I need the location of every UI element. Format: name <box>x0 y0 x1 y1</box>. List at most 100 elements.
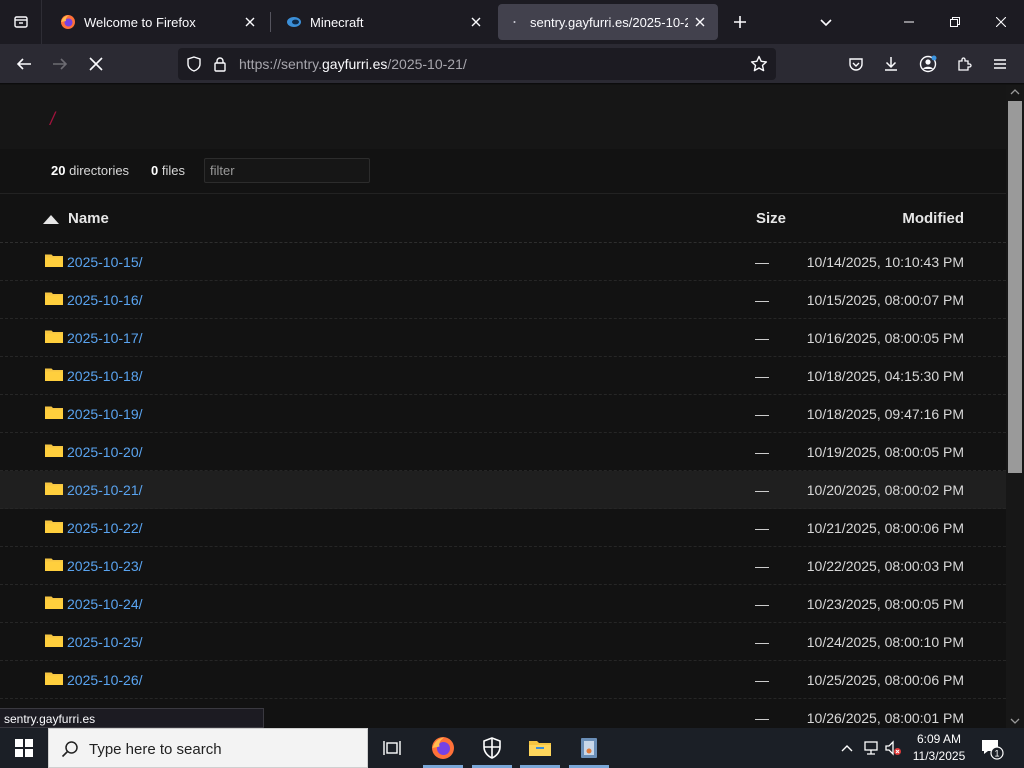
firefox-icon <box>432 737 454 759</box>
new-tab-button[interactable] <box>728 10 752 34</box>
size-column-header[interactable]: Size <box>756 210 786 227</box>
size-cell: — <box>755 444 769 460</box>
directory-link[interactable]: 2025-10-18/ <box>67 368 143 384</box>
url-text[interactable]: https://sentry.gayfurri.es/2025-10-21/ <box>239 56 467 72</box>
pocket-button[interactable] <box>842 50 870 78</box>
arrow-right-icon <box>53 58 68 70</box>
list-all-tabs-button[interactable] <box>0 0 42 44</box>
table-row[interactable]: 2025-10-23/ — 10/22/2025, 08:00:03 PM <box>0 547 1006 585</box>
size-cell: — <box>755 254 769 270</box>
downloads-button[interactable] <box>877 50 905 78</box>
modified-column-header[interactable]: Modified <box>902 210 964 227</box>
size-cell: — <box>755 406 769 422</box>
modified-cell: 10/21/2025, 08:00:06 PM <box>806 520 964 536</box>
folder-icon <box>45 520 63 533</box>
extensions-button[interactable] <box>950 50 978 78</box>
close-tab-button[interactable] <box>464 10 488 34</box>
minecraft-icon <box>287 17 301 27</box>
task-view-button[interactable] <box>368 728 416 768</box>
file-count-label: files <box>161 163 185 178</box>
tracking-protection-shield-icon[interactable] <box>186 56 202 72</box>
account-button[interactable] <box>914 50 942 78</box>
taskbar-security[interactable] <box>468 728 516 768</box>
chevron-down-icon <box>820 19 832 27</box>
file-count: 0 files <box>151 163 185 178</box>
system-clock[interactable]: 6:09 AM 11/3/2025 <box>908 731 970 765</box>
table-row[interactable]: 2025-10-19/ — 10/18/2025, 09:47:16 PM <box>0 395 1006 433</box>
taskbar-app-document[interactable] <box>565 728 613 768</box>
notification-center-button[interactable]: 1 <box>980 736 1004 760</box>
lock-icon[interactable] <box>213 56 227 72</box>
scrollbar-thumb[interactable] <box>1008 101 1022 473</box>
directory-link[interactable]: 2025-10-25/ <box>67 634 143 650</box>
stop-loading-button[interactable] <box>82 50 110 78</box>
table-row[interactable]: 2025-10-16/ — 10/15/2025, 08:00:07 PM <box>0 281 1006 319</box>
app-menu-button[interactable] <box>986 50 1014 78</box>
arrow-left-icon <box>16 58 31 70</box>
table-row[interactable]: 2025-10-25/ — 10/24/2025, 08:00:10 PM <box>0 623 1006 661</box>
tab-title: sentry.gayfurri.es/2025-10-21/ <box>530 14 688 30</box>
filter-input[interactable] <box>204 158 370 183</box>
size-cell: — <box>755 710 769 726</box>
address-bar[interactable]: https://sentry.gayfurri.es/2025-10-21/ <box>178 48 776 80</box>
size-cell: — <box>755 634 769 650</box>
task-view-icon <box>383 741 401 755</box>
table-row[interactable]: 2025-10-18/ — 10/18/2025, 04:15:30 PM <box>0 357 1006 395</box>
minimize-button[interactable] <box>886 0 932 44</box>
close-icon <box>996 17 1006 27</box>
network-tray-button[interactable] <box>862 738 880 758</box>
chevron-up-icon <box>841 745 853 752</box>
table-row[interactable]: 2025-10-20/ — 10/19/2025, 08:00:05 PM <box>0 433 1006 471</box>
directory-count-label: directories <box>69 163 130 178</box>
modified-cell: 10/23/2025, 08:00:05 PM <box>806 596 964 612</box>
taskbar-file-explorer[interactable] <box>516 728 564 768</box>
table-row[interactable]: 2025-10-17/ — 10/16/2025, 08:00:05 PM <box>0 319 1006 357</box>
search-icon <box>61 741 78 758</box>
star-bookmark-icon[interactable] <box>750 55 768 73</box>
close-tab-button[interactable] <box>238 10 262 34</box>
directory-link[interactable]: 2025-10-15/ <box>67 254 143 270</box>
page-content: / 20 directories 0 files Name Size Modif… <box>0 85 1006 728</box>
scroll-up-arrow-icon[interactable] <box>1010 89 1020 95</box>
table-row[interactable]: 2025-10-22/ — 10/21/2025, 08:00:06 PM <box>0 509 1006 547</box>
table-row[interactable]: 2025-10-24/ — 10/23/2025, 08:00:05 PM <box>0 585 1006 623</box>
breadcrumb-root-link[interactable]: / <box>50 109 55 130</box>
table-row[interactable]: 2025-10-21/ — 10/20/2025, 08:00:02 PM <box>0 471 1006 509</box>
directory-link[interactable]: 2025-10-20/ <box>67 444 143 460</box>
close-tab-button[interactable] <box>688 10 712 34</box>
directory-link[interactable]: 2025-10-21/ <box>67 482 143 498</box>
taskbar-firefox[interactable] <box>419 728 467 768</box>
show-hidden-icons-button[interactable] <box>838 738 856 758</box>
tab-minecraft[interactable]: Minecraft <box>272 4 494 40</box>
volume-tray-button[interactable] <box>884 738 902 758</box>
size-cell: — <box>755 596 769 612</box>
close-window-button[interactable] <box>978 0 1024 44</box>
directory-link[interactable]: 2025-10-19/ <box>67 406 143 422</box>
listing-header: / <box>0 85 1006 149</box>
restore-button[interactable] <box>932 0 978 44</box>
document-app-icon <box>581 738 597 758</box>
clock-time: 6:09 AM <box>916 732 962 746</box>
directory-link[interactable]: 2025-10-22/ <box>67 520 143 536</box>
start-button[interactable] <box>0 728 48 768</box>
directory-link[interactable]: 2025-10-26/ <box>67 672 143 688</box>
directory-link[interactable]: 2025-10-16/ <box>67 292 143 308</box>
tab-sentry-listing[interactable]: sentry.gayfurri.es/2025-10-21/ <box>498 4 718 40</box>
scroll-down-arrow-icon[interactable] <box>1010 718 1020 724</box>
link-status-tooltip: sentry.gayfurri.es <box>0 708 264 728</box>
tab-welcome-firefox[interactable]: Welcome to Firefox <box>46 4 268 40</box>
tab-overflow-button[interactable] <box>814 10 838 34</box>
directory-link[interactable]: 2025-10-23/ <box>67 558 143 574</box>
directory-link[interactable]: 2025-10-17/ <box>67 330 143 346</box>
size-cell: — <box>755 520 769 536</box>
table-row[interactable]: 2025-10-26/ — 10/25/2025, 08:00:06 PM <box>0 661 1006 699</box>
back-button[interactable] <box>10 50 38 78</box>
directory-link[interactable]: 2025-10-24/ <box>67 596 143 612</box>
close-icon <box>471 17 481 27</box>
tab-list-icon <box>13 16 28 28</box>
taskbar-search-box[interactable]: Type here to search <box>48 728 368 768</box>
forward-button[interactable] <box>46 50 74 78</box>
table-row[interactable]: 2025-10-15/ — 10/14/2025, 10:10:43 PM <box>0 243 1006 281</box>
name-column-header[interactable]: Name <box>68 210 109 227</box>
sort-ascending-icon[interactable] <box>43 215 59 224</box>
